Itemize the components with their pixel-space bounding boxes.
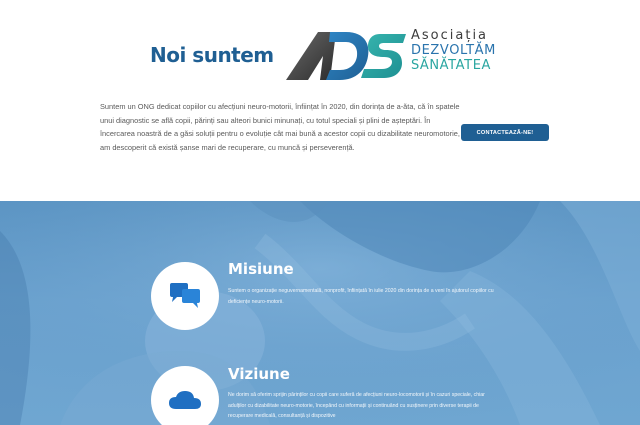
logo-line-1: Asociația xyxy=(411,28,489,43)
intro-paragraph: Suntem un ONG dedicat copiilor cu afecți… xyxy=(100,102,460,152)
logo-line-3: SĂNĂTATEA xyxy=(411,58,492,73)
vision-title: Viziune xyxy=(228,365,290,383)
logo-line-2: DEZVOLTĂM xyxy=(411,43,496,58)
vision-icon-circle xyxy=(151,366,219,425)
vision-text: Ne dorim să oferim sprijin părinților cu… xyxy=(228,392,485,419)
about-section: Noi suntem Asociația DEZVOLTĂM SĂNĂTATEA xyxy=(0,0,640,201)
mission-icon-circle xyxy=(151,262,219,330)
page-title: Noi suntem xyxy=(150,43,274,67)
ads-logo-mark xyxy=(286,32,406,80)
contact-button[interactable]: CONTACTEAZĂ-NE! xyxy=(461,124,549,141)
speech-bubbles-icon xyxy=(170,283,200,308)
association-logo[interactable]: Asociația DEZVOLTĂM SĂNĂTATEA xyxy=(284,26,504,84)
cloud-icon xyxy=(169,391,201,409)
mission-text: Suntem o organizație neguvernamentală, n… xyxy=(228,288,494,305)
logo-wordmark: Asociația DEZVOLTĂM SĂNĂTATEA xyxy=(411,29,496,74)
mission-title: Misiune xyxy=(228,260,294,278)
mission-vision-section: Misiune Suntem o organizație neguvername… xyxy=(0,201,640,425)
